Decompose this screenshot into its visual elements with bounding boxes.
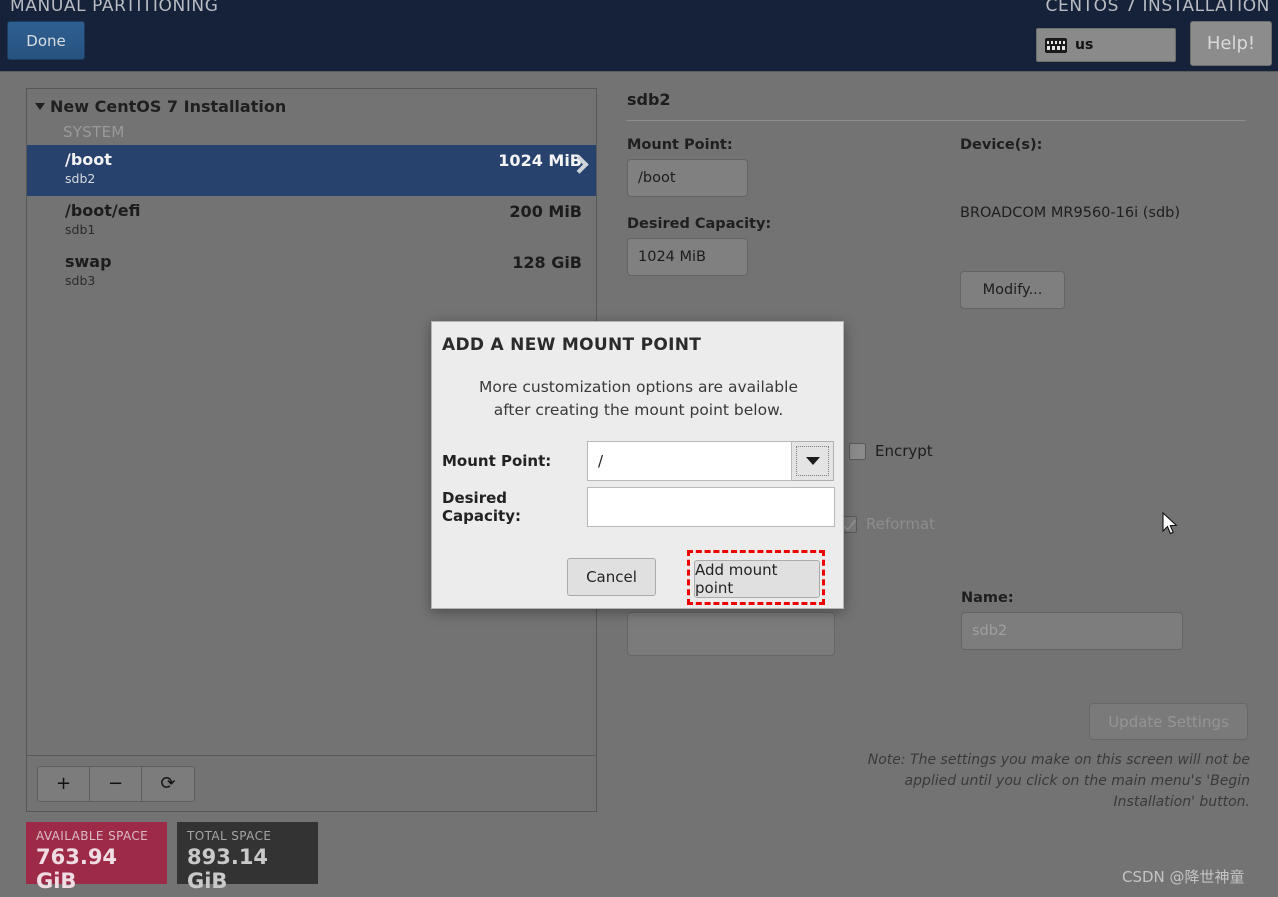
product-title: CENTOS 7 INSTALLATION [1045,0,1270,16]
partition-device: sdb2 [65,171,96,186]
encrypt-checkbox-row[interactable]: Encrypt [849,442,933,460]
name-label: Name: [961,590,1014,606]
dialog-desired-capacity-row: Desired Capacity: [442,487,835,527]
device-value: BROADCOM MR9560-16i (sdb) [960,205,1181,221]
remove-partition-button[interactable]: − [90,766,142,801]
modify-button[interactable]: Modify... [960,271,1065,309]
encrypt-label: Encrypt [875,442,933,460]
chevron-down-icon [805,457,820,465]
done-button[interactable]: Done [7,21,85,60]
add-mount-point-highlight: Add mount point [687,550,825,605]
devices-label: Device(s): [960,137,1043,153]
dialog-mount-point-input[interactable]: / [587,441,792,481]
reformat-checkbox-row[interactable]: Reformat [840,515,935,533]
dialog-mount-point-label: Mount Point: [442,452,552,470]
chevron-down-icon [35,103,45,110]
settings-note: Note: The settings you make on this scre… [867,752,1250,810]
available-space-value: 763.94 GiB [36,845,118,893]
installer-screen: MANUAL PARTITIONING CENTOS 7 INSTALLATIO… [0,0,1278,897]
group-subheading: SYSTEM [63,123,125,141]
mount-point-label: Mount Point: [627,137,733,153]
total-space-label: TOTAL SPACE [187,829,272,843]
dialog-subtitle: More customization options are available… [432,376,845,422]
partition-size: 128 GiB [512,253,582,272]
installation-group-header[interactable]: New CentOS 7 Installation [27,89,596,119]
file-system-select[interactable] [627,612,835,656]
add-mount-point-button[interactable]: Add mount point [694,560,820,598]
dialog-desired-capacity-input[interactable] [587,487,835,527]
desired-capacity-label: Desired Capacity: [627,216,772,232]
dialog-title: ADD A NEW MOUNT POINT [442,335,702,355]
partition-mount: /boot/efi [65,201,141,220]
keyboard-icon [1045,37,1067,53]
encrypt-checkbox[interactable] [849,442,866,460]
add-partition-button[interactable]: + [38,766,90,801]
table-row[interactable]: /boot/efi sdb1 200 MiB [27,196,596,247]
add-mount-point-dialog: ADD A NEW MOUNT POINT More customization… [431,321,844,609]
desired-capacity-input[interactable]: 1024 MiB [627,238,748,276]
total-space-badge: TOTAL SPACE 893.14 GiB [177,822,318,893]
dialog-subtitle-line-2: after creating the mount point below. [493,401,784,419]
mouse-cursor-icon [1162,512,1178,535]
total-space-value: 893.14 GiB [187,845,269,893]
space-summary: AVAILABLE SPACE 763.94 GiB TOTAL SPACE 8… [26,822,318,893]
partition-size: 1024 MiB [498,151,582,170]
partition-device: sdb1 [65,222,96,237]
dialog-desired-capacity-label: Desired Capacity: [442,489,521,525]
partition-toolbar-group: + − ⟳ [37,765,195,802]
partition-device: sdb3 [65,273,96,288]
table-row[interactable]: swap sdb3 128 GiB [27,247,596,298]
details-title: sdb2 [627,90,671,109]
dialog-mount-point-dropdown[interactable] [792,441,834,481]
watermark: CSDN @降世神童 [1122,868,1245,886]
dialog-mount-point-row: Mount Point: / [442,441,834,481]
keyboard-layout-label: us [1075,37,1094,53]
app-header: MANUAL PARTITIONING CENTOS 7 INSTALLATIO… [0,0,1278,72]
available-space-badge: AVAILABLE SPACE 763.94 GiB [26,822,167,893]
page-title: MANUAL PARTITIONING [10,0,219,16]
partition-mount: swap [65,252,112,271]
installation-group-label: New CentOS 7 Installation [50,97,287,116]
update-settings-button[interactable]: Update Settings [1089,703,1248,740]
available-space-label: AVAILABLE SPACE [36,829,149,843]
partition-toolbar: + − ⟳ [27,755,596,811]
partition-mount: /boot [65,150,112,169]
help-button[interactable]: Help! [1190,21,1272,66]
refresh-button[interactable]: ⟳ [142,766,194,801]
divider [627,120,1245,121]
name-field-block: Name: sdb2 [961,590,1183,650]
cancel-button[interactable]: Cancel [567,558,656,596]
reformat-label: Reformat [866,515,936,533]
keyboard-layout-indicator[interactable]: us [1036,28,1176,62]
name-input[interactable]: sdb2 [961,612,1183,650]
mount-point-input[interactable]: /boot [627,159,748,197]
partition-size: 200 MiB [509,202,582,221]
table-row[interactable]: /boot sdb2 1024 MiB [27,145,596,196]
dialog-subtitle-line-1: More customization options are available [479,378,798,396]
